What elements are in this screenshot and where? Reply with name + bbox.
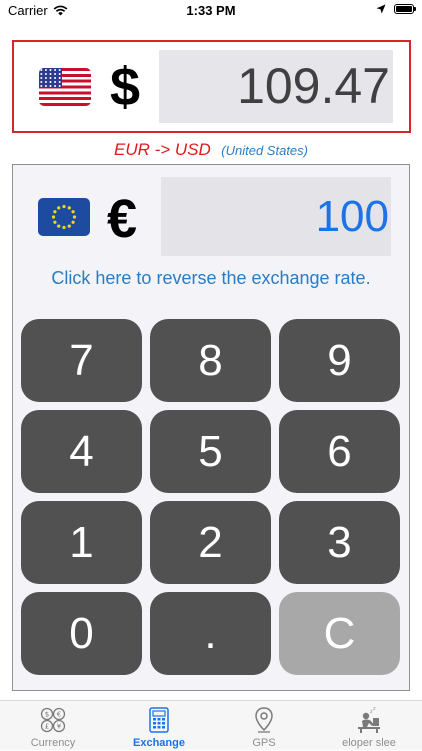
tab-gps[interactable]: GPS [212, 701, 316, 751]
calculator-icon [149, 707, 169, 733]
converted-amount: 109.47 [237, 58, 390, 114]
conversion-label: EUR -> USD (United States) [0, 140, 422, 160]
key-7[interactable]: 7 [21, 319, 142, 402]
key-4[interactable]: 4 [21, 410, 142, 493]
tab-developer[interactable]: z z eloper slee [317, 701, 421, 751]
reverse-exchange-link[interactable]: Click here to reverse the exchange rate. [13, 268, 409, 289]
svg-text:$: $ [45, 711, 49, 719]
key-clear[interactable]: C [279, 592, 400, 675]
amount-input-field[interactable]: 100 [161, 177, 391, 256]
key-1[interactable]: 1 [21, 501, 142, 584]
target-country: (United States) [221, 143, 308, 158]
svg-text:€: € [57, 711, 61, 719]
svg-text:z: z [373, 706, 376, 712]
tab-exchange[interactable]: Exchange [107, 701, 211, 751]
tab-label-currency: Currency [30, 737, 76, 749]
key-8[interactable]: 8 [150, 319, 271, 402]
converted-amount-field: 109.47 [159, 50, 393, 123]
tab-currency[interactable]: $ € £ ¥ Currency [1, 701, 105, 751]
currency-pair: EUR -> USD [114, 140, 211, 159]
status-time: 1:33 PM [186, 3, 236, 18]
tab-label-gps: GPS [252, 737, 276, 749]
location-pin-icon [255, 707, 273, 733]
svg-text:¥: ¥ [57, 723, 62, 731]
target-currency-symbol: $ [109, 56, 141, 117]
input-panel: € 100 Click here to reverse the exchange… [12, 164, 410, 691]
result-display: $ 109.47 [12, 40, 411, 133]
tab-label-exchange: Exchange [133, 737, 185, 749]
us-flag-icon [39, 67, 91, 106]
key-2[interactable]: 2 [150, 501, 271, 584]
key-5[interactable]: 5 [150, 410, 271, 493]
sleeping-developer-icon: z z [358, 706, 380, 733]
key-decimal-point[interactable]: . [150, 592, 271, 675]
currency-coins-icon: $ € £ ¥ [40, 707, 66, 733]
location-arrow-icon [376, 4, 386, 14]
key-6[interactable]: 6 [279, 410, 400, 493]
key-0[interactable]: 0 [21, 592, 142, 675]
eu-flag-icon [38, 198, 90, 236]
status-right [376, 4, 416, 14]
tab-bar: $ € £ ¥ Currency Exchange GPS z z eloper… [0, 700, 422, 750]
key-3[interactable]: 3 [279, 501, 400, 584]
tab-label-developer: eloper slee [342, 737, 396, 749]
key-9[interactable]: 9 [279, 319, 400, 402]
svg-text:£: £ [45, 723, 49, 731]
battery-icon [394, 4, 416, 14]
status-bar: Carrier 1:33 PM [0, 0, 422, 22]
source-currency-symbol: € [107, 189, 138, 249]
